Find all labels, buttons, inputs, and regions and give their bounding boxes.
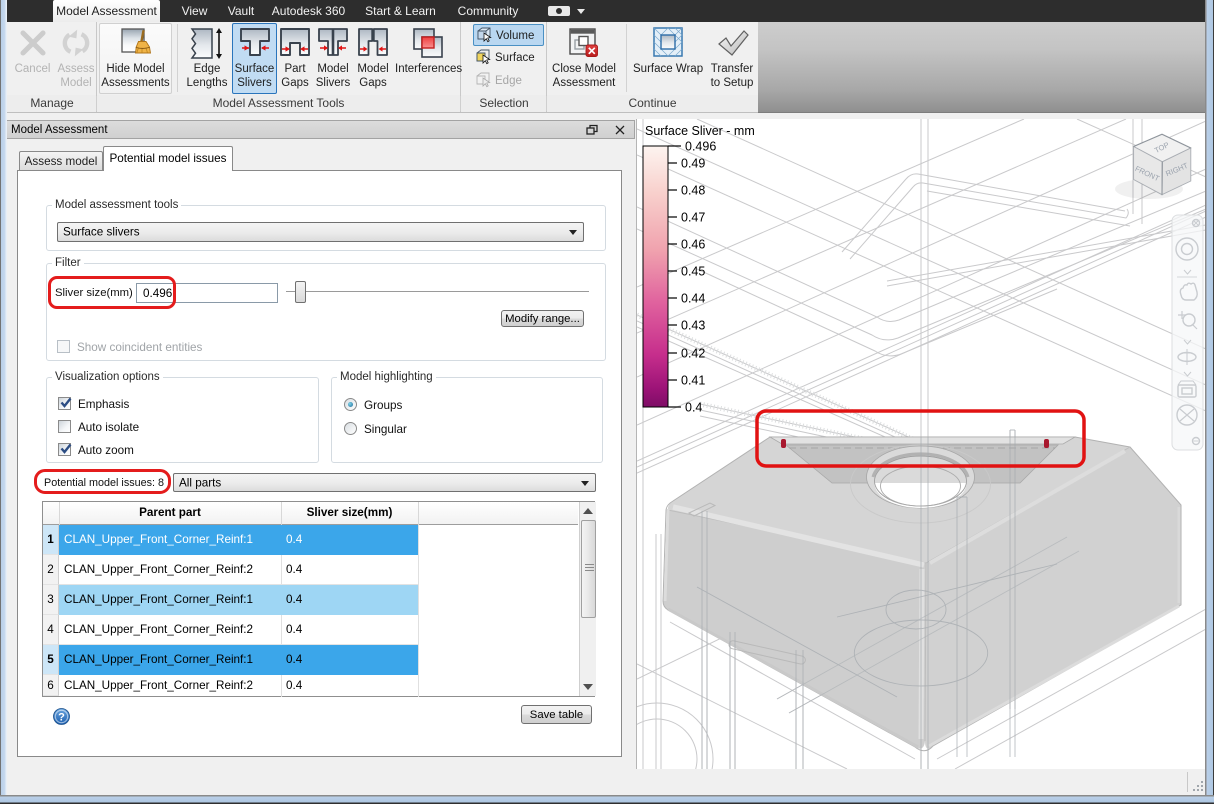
svg-text:0.44: 0.44: [681, 292, 705, 306]
svg-text:0.42: 0.42: [681, 347, 705, 361]
svg-text:0.496: 0.496: [685, 140, 716, 154]
svg-text:0.45: 0.45: [681, 265, 705, 279]
svg-text:0.47: 0.47: [681, 211, 705, 225]
svg-text:0.46: 0.46: [681, 238, 705, 252]
svg-text:0.41: 0.41: [681, 374, 705, 388]
svg-text:0.49: 0.49: [681, 157, 705, 171]
svg-text:0.48: 0.48: [681, 184, 705, 198]
svg-text:0.4: 0.4: [685, 401, 702, 415]
svg-text:0.43: 0.43: [681, 319, 705, 333]
svg-text:Surface Sliver - mm: Surface Sliver - mm: [645, 124, 755, 138]
svg-text:?: ?: [58, 712, 65, 724]
